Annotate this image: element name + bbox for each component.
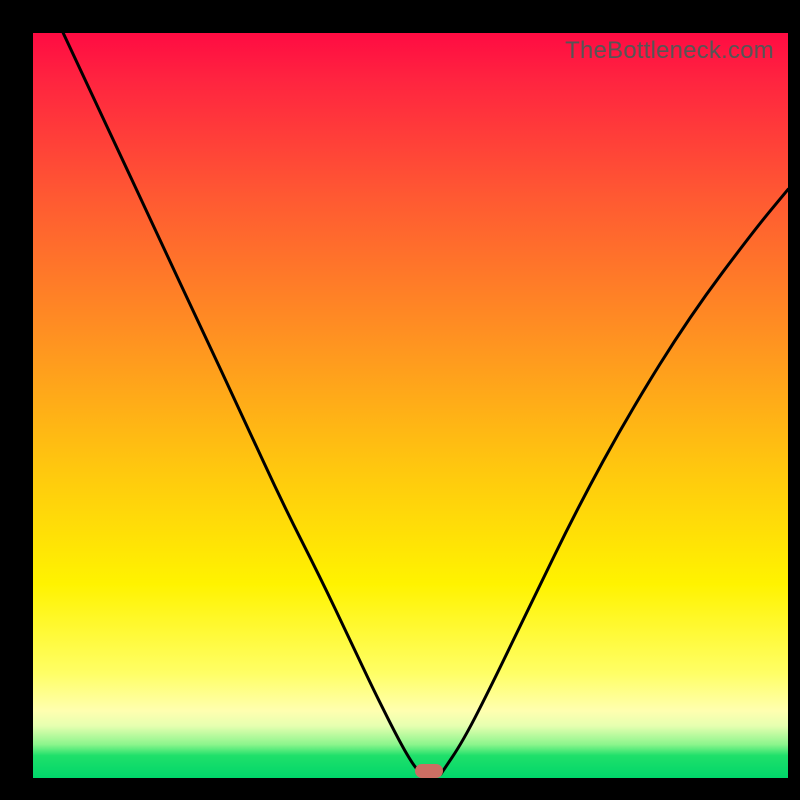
curve-path (63, 33, 788, 774)
chart-frame: TheBottleneck.com (0, 0, 800, 800)
optimal-marker (415, 764, 443, 778)
plot-area: TheBottleneck.com (33, 33, 788, 778)
bottleneck-curve (33, 33, 788, 778)
